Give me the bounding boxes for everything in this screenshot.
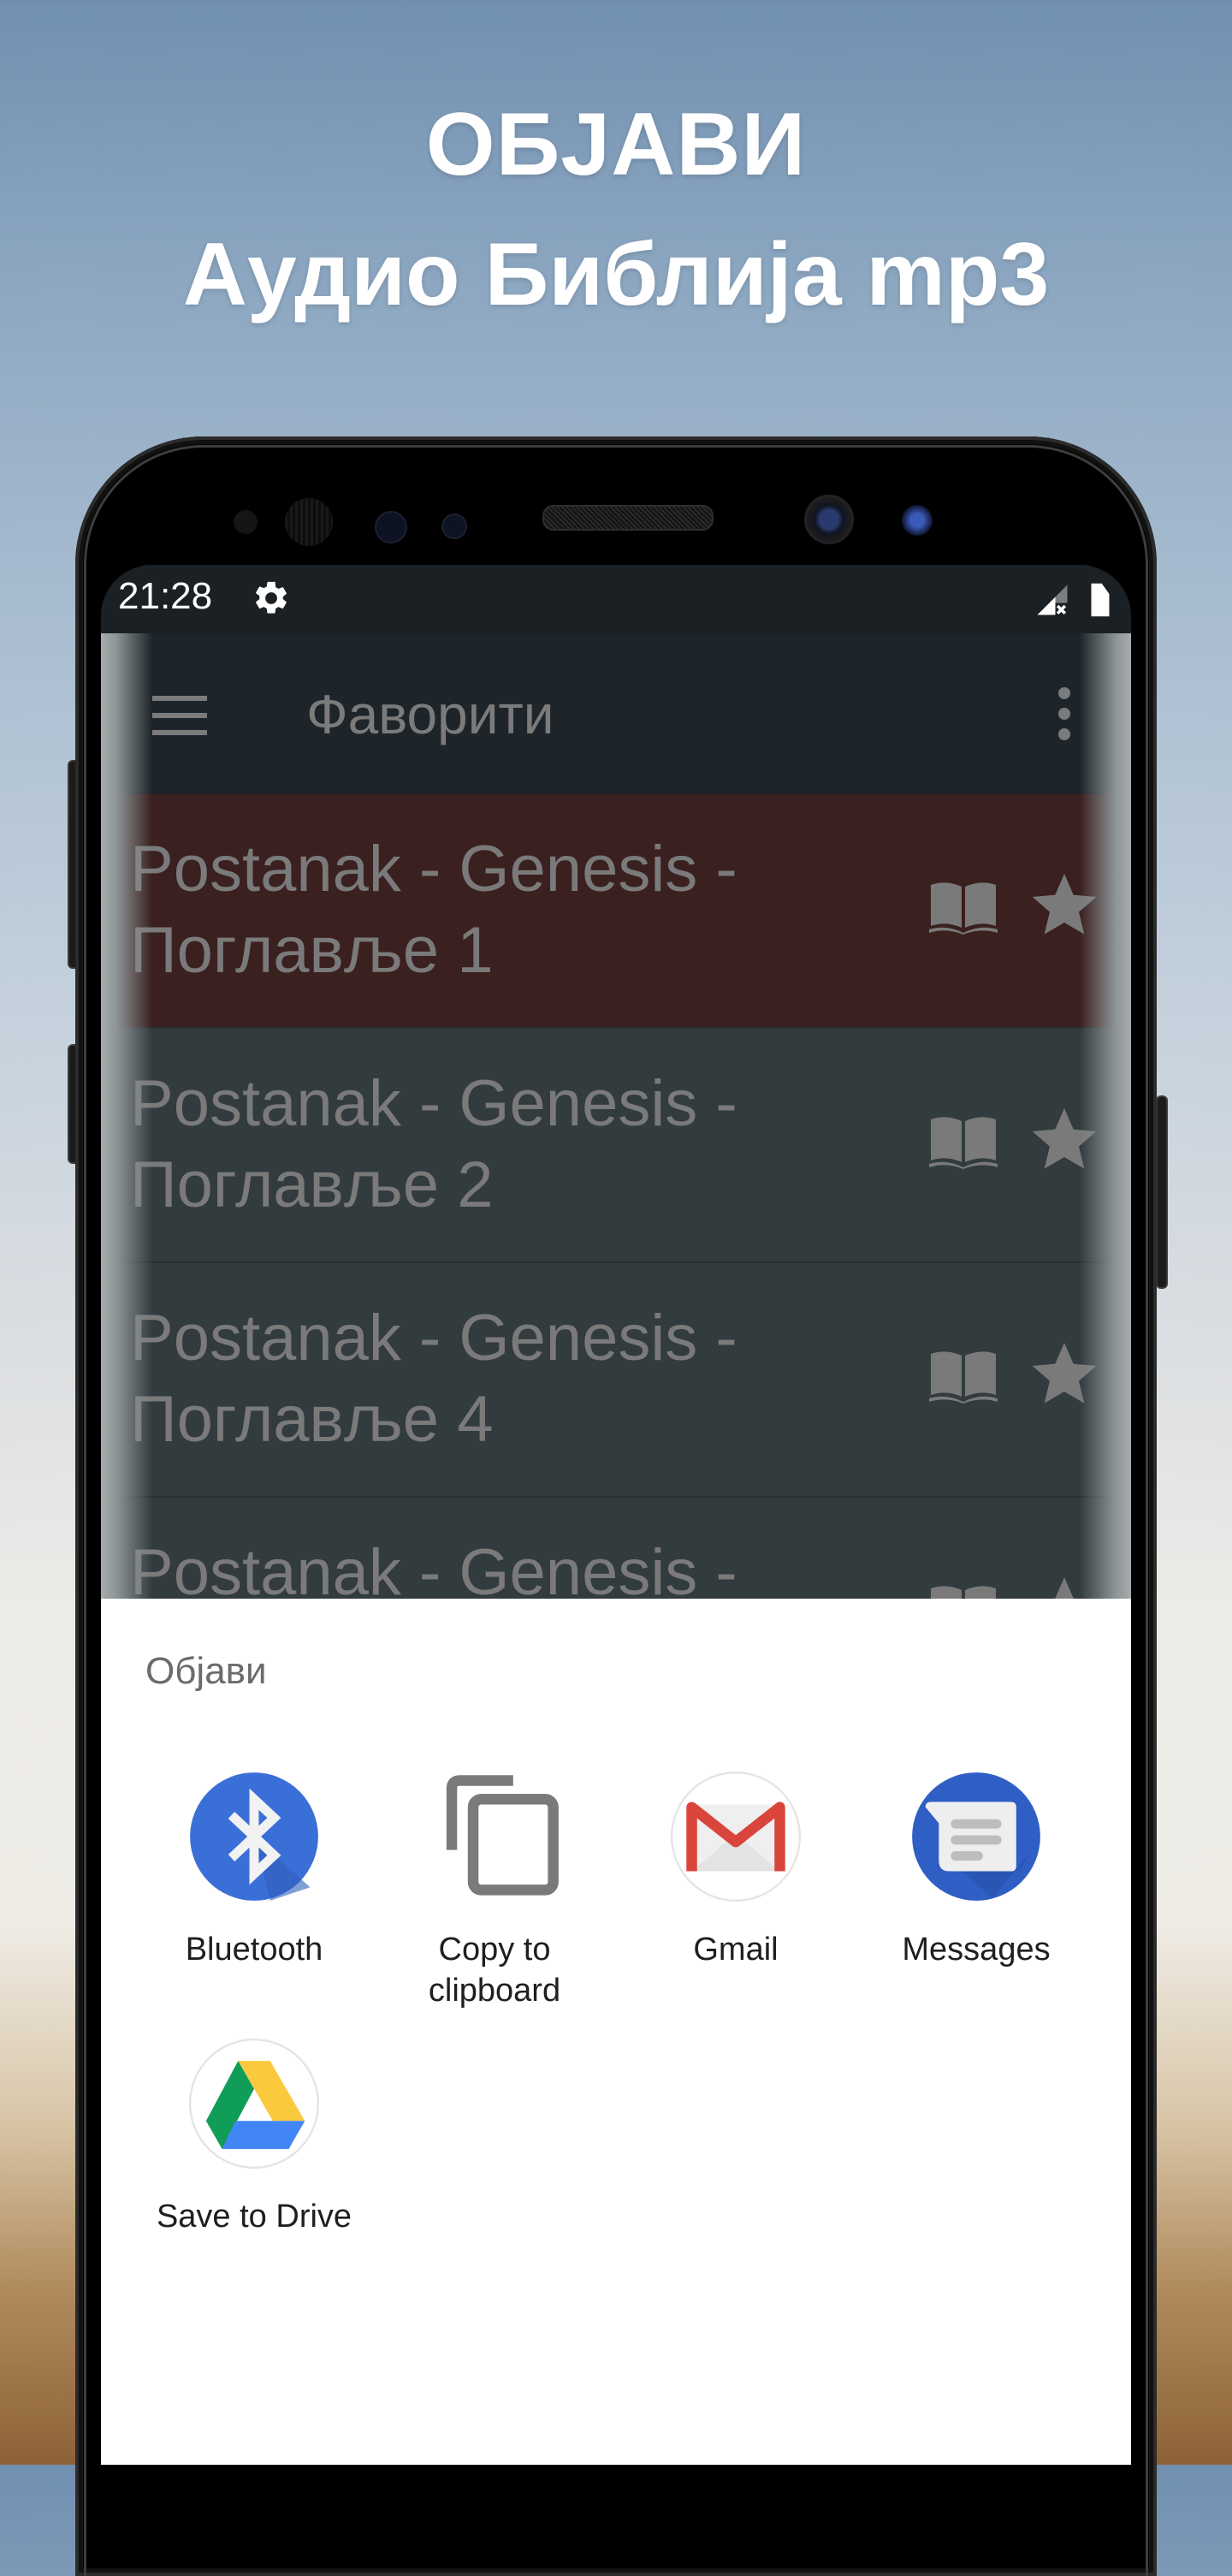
star-favorite-icon[interactable] [1030, 1104, 1099, 1172]
status-bar: 21:28 [101, 565, 1131, 633]
gmail-icon [670, 1771, 802, 1902]
proximity-sensor [234, 510, 258, 534]
open-book-icon[interactable] [929, 1114, 998, 1169]
favorite-title-line2: Поглавље 1 [130, 914, 494, 987]
favorite-title-line2: Поглавље 2 [130, 1149, 494, 1221]
favorite-title-line1: Postanak - Genesis - [130, 1067, 737, 1140]
iris-camera [902, 505, 933, 536]
share-sheet: Објави Bluetooth Copy to clipboard Gmail… [101, 1599, 1131, 2465]
toolbar-title: Фаворити [306, 684, 554, 745]
share-target-copy[interactable]: Copy to clipboard [374, 1770, 615, 2011]
phone-screen: 21:28 Фаворити Postanak - Genesis - Погл… [101, 565, 1131, 2465]
iris-sensor [285, 498, 333, 546]
front-camera [804, 495, 854, 544]
sensor-lens [375, 511, 407, 543]
promo-title-line1: ОБЈАВИ [425, 95, 807, 194]
messages-icon [912, 1772, 1040, 1901]
hamburger-menu-icon[interactable] [152, 696, 207, 735]
share-target-messages[interactable]: Messages [856, 1770, 1097, 1970]
share-target-gmail[interactable]: Gmail [615, 1770, 856, 1970]
share-target-label: Copy to clipboard [428, 1932, 561, 2009]
favorite-title-line1: Postanak - Genesis - [130, 1302, 737, 1374]
favorite-title: Postanak - Genesis - Поглавље 2 [130, 1063, 780, 1226]
share-target-drive[interactable]: Save to Drive [133, 2037, 375, 2237]
bluetooth-icon [190, 1772, 318, 1901]
favorite-title-line2: Поглавље 4 [130, 1383, 494, 1456]
phone-power-button [1156, 1095, 1168, 1289]
status-time: 21:28 [118, 575, 213, 617]
open-book-icon[interactable] [929, 880, 998, 935]
favorite-row[interactable]: Postanak - Genesis - Поглавље 2 [101, 1029, 1131, 1263]
sim-card-icon [1091, 583, 1110, 617]
promo-title-line2: Аудио Библија mp3 [182, 225, 1050, 324]
sensor-lens-small [441, 513, 467, 539]
app-toolbar: Фаворити [101, 633, 1131, 792]
settings-gear-icon [256, 581, 287, 614]
share-target-label: Save to Drive [156, 2199, 352, 2235]
share-target-label: Bluetooth [185, 1932, 323, 1968]
favorite-title-line1: Postanak - Genesis - [130, 833, 737, 905]
favorites-list: Postanak - Genesis - Поглавље 1 Postanak… [101, 794, 1131, 1732]
earpiece-speaker [542, 505, 714, 531]
star-favorite-icon[interactable] [1030, 1338, 1099, 1407]
share-target-bluetooth[interactable]: Bluetooth [133, 1770, 375, 1970]
share-target-label: Messages [902, 1932, 1051, 1968]
share-sheet-title: Објави [145, 1650, 267, 1692]
favorite-title: Postanak - Genesis - Поглавље 4 [130, 1297, 780, 1460]
favorite-title: Postanak - Genesis - Поглавље 1 [130, 828, 780, 991]
share-target-label: Gmail [693, 1932, 779, 1968]
favorite-row[interactable]: Postanak - Genesis - Поглавље 4 [101, 1263, 1131, 1498]
star-favorite-icon[interactable] [1030, 870, 1099, 938]
copy-icon [446, 1775, 559, 1896]
open-book-icon[interactable] [929, 1349, 998, 1404]
more-vert-icon[interactable] [1057, 686, 1071, 741]
google-drive-icon [188, 2038, 320, 2169]
signal-no-service-icon [1037, 585, 1068, 615]
favorite-row[interactable]: Postanak - Genesis - Поглавље 1 [118, 794, 1114, 1029]
